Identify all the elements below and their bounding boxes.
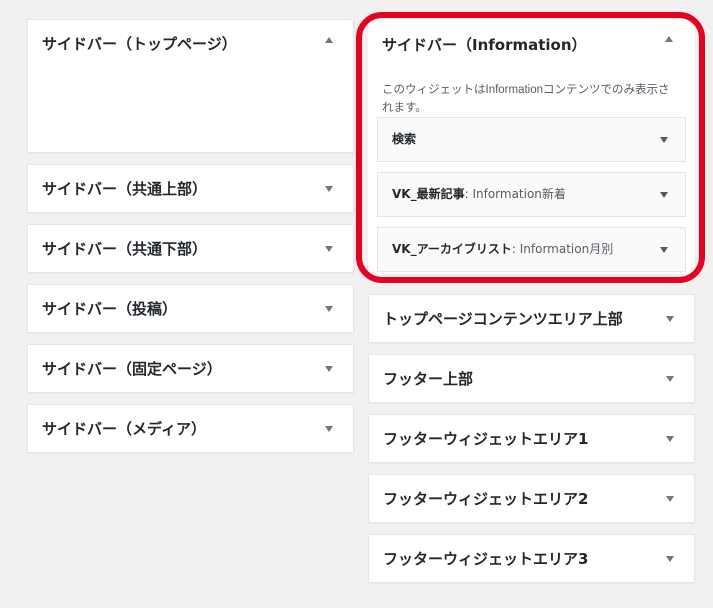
widget-name: VK_アーカイブリスト (392, 242, 512, 256)
widget-area-sidebar-post[interactable]: サイドバー（投稿） (27, 284, 354, 333)
widget-area-title: サイドバー（投稿） (42, 300, 178, 318)
expand-arrow-icon[interactable] (666, 316, 674, 322)
widget-area-footer-3[interactable]: フッターウィジェットエリア3 (368, 534, 695, 583)
expand-arrow-icon[interactable] (660, 137, 668, 143)
widget-area-top-content-upper[interactable]: トップページコンテンツエリア上部 (368, 294, 695, 343)
widget-vk-recent-posts[interactable]: VK_最新記事: Information新着 (377, 172, 686, 217)
widget-area-sidebar-top[interactable]: サイドバー（トップページ） (27, 19, 354, 153)
widget-area-sidebar-common-bottom[interactable]: サイドバー（共通下部） (27, 224, 354, 273)
expand-arrow-icon[interactable] (660, 247, 668, 253)
widget-vk-archive-list[interactable]: VK_アーカイブリスト: Information月別 (377, 227, 686, 272)
widget-subtitle: : Information新着 (464, 187, 566, 201)
widget-area-footer-2[interactable]: フッターウィジェットエリア2 (368, 474, 695, 523)
expand-arrow-icon[interactable] (325, 306, 333, 312)
widget-area-title: サイドバー（共通下部） (42, 240, 208, 258)
expand-arrow-icon[interactable] (666, 436, 674, 442)
collapse-arrow-icon[interactable] (325, 37, 333, 43)
widget-area-title: サイドバー（Information） (382, 36, 587, 54)
expand-arrow-icon[interactable] (660, 192, 668, 198)
expand-arrow-icon[interactable] (666, 376, 674, 382)
widget-area-title: トップページコンテンツエリア上部 (383, 310, 623, 328)
expand-arrow-icon[interactable] (325, 366, 333, 372)
widget-search[interactable]: 検索 (377, 117, 686, 162)
widget-area-footer-upper[interactable]: フッター上部 (368, 354, 695, 403)
widget-area-sidebar-common-top[interactable]: サイドバー（共通上部） (27, 164, 354, 213)
widget-area-footer-1[interactable]: フッターウィジェットエリア1 (368, 414, 695, 463)
expand-arrow-icon[interactable] (666, 496, 674, 502)
widget-area-title: サイドバー（トップページ） (42, 35, 237, 53)
widget-subtitle: : Information月別 (511, 242, 614, 256)
widget-name: VK_最新記事 (392, 187, 465, 201)
widget-name: 検索 (392, 132, 417, 146)
widget-area-sidebar-page[interactable]: サイドバー（固定ページ） (27, 344, 354, 393)
expand-arrow-icon[interactable] (325, 426, 333, 432)
widget-area-title: フッターウィジェットエリア1 (383, 430, 589, 448)
widget-area-title: フッターウィジェットエリア2 (383, 490, 589, 508)
widget-area-title: フッター上部 (383, 370, 474, 388)
widget-area-sidebar-media[interactable]: サイドバー（メディア） (27, 404, 354, 453)
expand-arrow-icon[interactable] (666, 556, 674, 562)
expand-arrow-icon[interactable] (325, 186, 333, 192)
collapse-arrow-icon[interactable] (665, 36, 673, 42)
widget-area-title: サイドバー（メディア） (42, 420, 206, 438)
widget-area-title: フッターウィジェットエリア3 (383, 550, 589, 568)
expand-arrow-icon[interactable] (325, 246, 333, 252)
widget-area-description: このウィジェットはInformationコンテンツでのみ表示されます。 (382, 84, 670, 114)
widget-area-title: サイドバー（共通上部） (42, 180, 208, 198)
widget-area-sidebar-information[interactable]: サイドバー（Information） このウィジェットはInformationコ… (368, 19, 695, 274)
widget-area-title: サイドバー（固定ページ） (42, 360, 222, 378)
